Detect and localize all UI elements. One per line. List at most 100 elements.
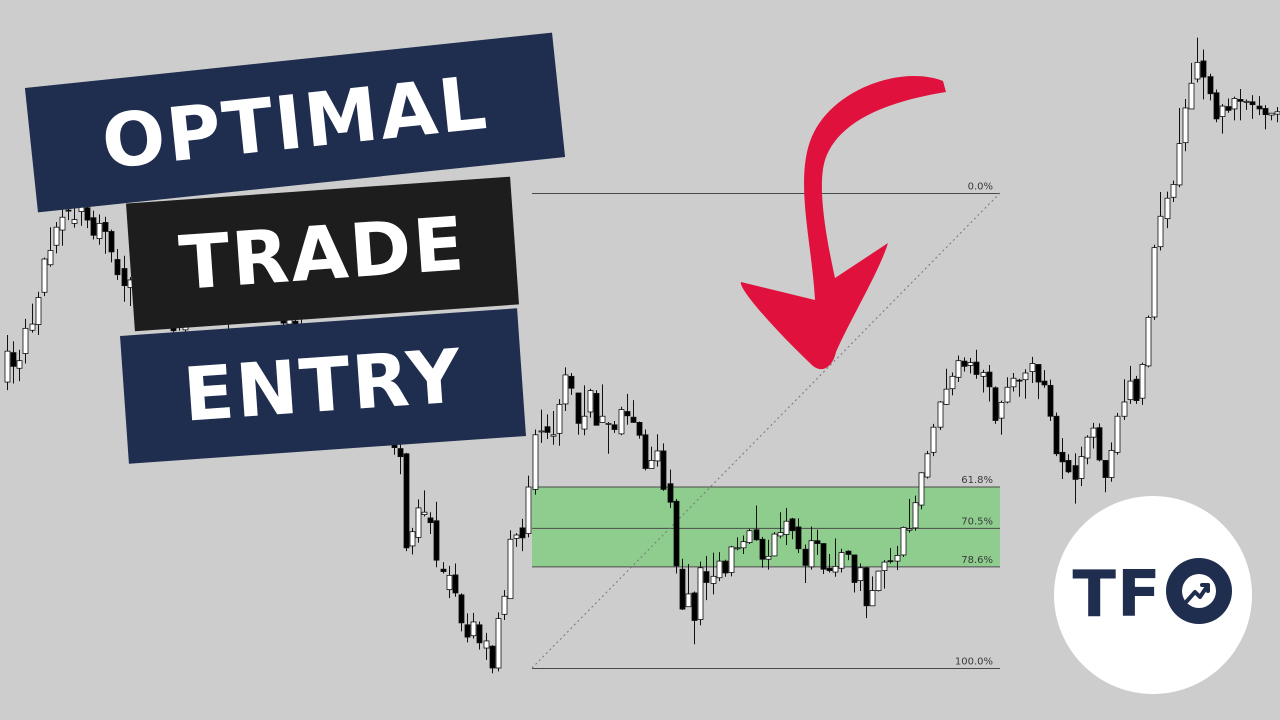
candle — [476, 621, 483, 650]
candle — [838, 548, 845, 573]
candle-body — [71, 219, 78, 224]
candle — [10, 341, 17, 384]
candle-body — [538, 430, 545, 433]
candle-body — [1010, 377, 1017, 388]
candle — [1151, 244, 1158, 320]
candle-body — [102, 222, 109, 232]
candle-body — [415, 507, 422, 538]
candle-body — [777, 532, 784, 537]
candle — [863, 566, 870, 619]
candle — [857, 563, 864, 592]
candle — [532, 429, 539, 495]
candle-body — [1096, 427, 1103, 461]
candle — [1035, 364, 1042, 400]
candle — [875, 570, 882, 592]
candle — [470, 612, 477, 639]
candle — [900, 526, 907, 557]
candle-body — [1022, 372, 1029, 381]
candle-body — [501, 595, 508, 615]
candle-body — [47, 250, 54, 266]
candle-body — [697, 567, 704, 620]
candle-body — [41, 258, 48, 293]
candle-body — [973, 361, 980, 375]
fib-label: 70.5% — [961, 516, 993, 527]
candle — [1029, 356, 1036, 383]
candle — [562, 367, 569, 412]
candle-body — [1182, 107, 1189, 144]
candle-body — [29, 323, 36, 331]
candle — [102, 216, 109, 254]
candle — [728, 545, 735, 577]
candle-body — [1231, 98, 1238, 110]
candle — [440, 562, 447, 574]
candle-body — [108, 231, 115, 253]
candle — [525, 475, 532, 538]
candle — [1114, 412, 1121, 455]
candle-body — [470, 621, 477, 637]
title-line-trade: TRADE — [126, 176, 519, 332]
candle — [624, 393, 631, 425]
candle — [924, 450, 931, 479]
candle — [1065, 454, 1072, 474]
candle — [636, 421, 643, 439]
candle — [955, 355, 962, 383]
candle-body — [1059, 451, 1066, 463]
candle-body — [887, 560, 894, 563]
candle-body — [759, 538, 766, 560]
candle — [648, 446, 655, 469]
candle — [22, 318, 29, 364]
candle-body — [648, 460, 655, 469]
candle — [1016, 378, 1023, 397]
candle-body — [489, 645, 496, 669]
candle-body — [1219, 105, 1226, 117]
candle — [458, 593, 465, 632]
candle-body — [912, 502, 919, 529]
candle-body — [980, 372, 987, 377]
candle — [1249, 95, 1256, 119]
candle — [513, 533, 520, 547]
candle-body — [802, 548, 809, 566]
fib-label: 0.0% — [968, 182, 993, 193]
candle-body — [1237, 99, 1244, 102]
candle — [802, 544, 809, 583]
candle-body — [507, 538, 514, 600]
candle — [722, 559, 729, 577]
candle — [1256, 96, 1263, 116]
candle — [599, 384, 606, 423]
candle-body — [550, 434, 557, 437]
candle-body — [513, 534, 520, 539]
candle — [1200, 49, 1207, 100]
candle-body — [403, 453, 410, 549]
candle-body — [930, 426, 937, 453]
candle-body — [918, 472, 925, 506]
candle-body — [1072, 465, 1079, 480]
candle — [403, 452, 410, 552]
candle-body — [611, 424, 618, 430]
candle — [489, 645, 496, 674]
candle — [556, 399, 563, 446]
candle-body — [894, 555, 901, 562]
candle-body — [1256, 105, 1263, 110]
candle — [575, 392, 582, 435]
candle-body — [1035, 364, 1042, 383]
candle — [397, 443, 404, 475]
candle-body — [924, 453, 931, 478]
candle-body — [446, 574, 453, 591]
candle-body — [556, 403, 563, 434]
candle — [1078, 446, 1085, 487]
candle — [1022, 369, 1029, 399]
candle — [415, 499, 422, 543]
candle — [1176, 107, 1183, 188]
candle-body — [636, 422, 643, 436]
candle-body — [832, 565, 839, 573]
candle — [1053, 412, 1060, 457]
candle — [1139, 362, 1146, 405]
candle-body — [961, 360, 968, 367]
candle-body — [654, 450, 661, 462]
candle — [114, 249, 121, 280]
candle-body — [986, 371, 993, 388]
candle — [53, 221, 60, 254]
candle-body — [1213, 92, 1220, 120]
candle-body — [869, 590, 876, 607]
candle-body — [1102, 460, 1109, 478]
